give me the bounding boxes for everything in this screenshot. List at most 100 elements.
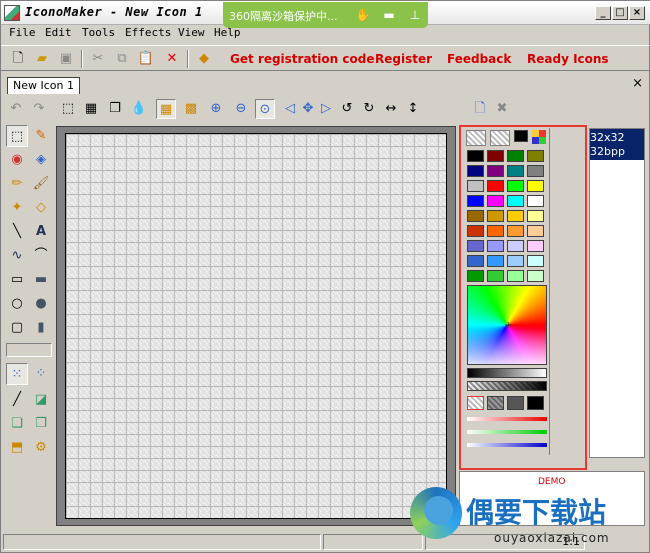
grid-icon[interactable]: ▦ — [156, 99, 176, 119]
move-all-icon[interactable]: ✥ — [298, 99, 318, 119]
select-frame-icon[interactable]: ⬚ — [58, 99, 78, 119]
layers-icon[interactable]: ❐ — [105, 99, 125, 119]
color-swatch[interactable] — [487, 210, 504, 222]
color-swatch[interactable] — [527, 255, 544, 267]
menu-edit[interactable]: Edit — [45, 26, 72, 39]
color-picker-tool[interactable]: ✎ — [30, 125, 52, 147]
zoom-out-icon[interactable]: ⊖ — [231, 99, 251, 119]
color-swatch[interactable] — [467, 165, 484, 177]
open-folder-icon[interactable]: ▰ — [33, 50, 51, 68]
import-tool[interactable]: ⬒ — [6, 437, 28, 459]
rectangle-select-tool[interactable]: ⬚ — [6, 125, 28, 147]
color-swatch[interactable] — [487, 225, 504, 237]
color-swatch[interactable] — [467, 255, 484, 267]
rotate-left-icon[interactable]: ↺ — [337, 99, 357, 119]
color-swatch[interactable] — [507, 270, 524, 282]
folder-icon[interactable]: ▬ — [381, 7, 397, 23]
red-channel-slider[interactable] — [467, 417, 547, 421]
close-button[interactable]: × — [629, 6, 645, 20]
color-swatch[interactable] — [507, 195, 524, 207]
inverse-color-swatch[interactable] — [490, 130, 510, 146]
color-swatch[interactable] — [467, 195, 484, 207]
color-swatch[interactable] — [507, 210, 524, 222]
menu-effects[interactable]: Effects — [125, 26, 171, 39]
curve-tool[interactable]: ∿ — [6, 245, 28, 267]
gradient-tool[interactable]: ◪ — [30, 389, 52, 411]
line-tool[interactable]: ╲ — [6, 221, 28, 243]
zoom-fit-icon[interactable]: ⊙ — [255, 99, 275, 119]
color-swatch[interactable] — [507, 180, 524, 192]
flip-vertical-icon[interactable]: ↕ — [403, 99, 423, 119]
pin-icon[interactable]: ⊥ — [407, 7, 423, 23]
color-swatch[interactable] — [487, 150, 504, 162]
blue-channel-slider[interactable] — [467, 443, 547, 447]
color-swatch[interactable] — [507, 225, 524, 237]
pencil-tool[interactable]: ✏ — [6, 173, 28, 195]
color-swatch[interactable] — [487, 255, 504, 267]
rectangle-filled-tool[interactable]: ▬ — [30, 269, 52, 291]
preview-swatch-dark[interactable] — [507, 396, 524, 410]
color-swatch[interactable] — [467, 225, 484, 237]
tab-new-icon-1[interactable]: New Icon 1 — [7, 77, 80, 94]
color-spectrum[interactable]: + — [467, 285, 547, 365]
color-swatch[interactable] — [507, 150, 524, 162]
color-swatch[interactable] — [507, 255, 524, 267]
maximize-button[interactable]: □ — [612, 6, 628, 20]
format-list-item[interactable]: 32x32 32bpp — [590, 129, 644, 160]
feedback-link[interactable]: Feedback — [447, 52, 511, 66]
preview-swatch-gray[interactable] — [487, 396, 504, 410]
dot-pattern-tool[interactable]: ⁙ — [6, 363, 28, 385]
preview-swatch-transparent[interactable] — [467, 396, 484, 410]
menu-view[interactable]: View — [178, 26, 205, 39]
drop-icon[interactable]: 💧 — [129, 99, 149, 119]
cut-icon[interactable]: ✂ — [89, 50, 107, 68]
color-swatch[interactable] — [507, 165, 524, 177]
green-channel-slider[interactable] — [467, 430, 547, 434]
color-swatch[interactable] — [467, 180, 484, 192]
color-swatch[interactable] — [467, 150, 484, 162]
line-style-tool[interactable]: ╱ — [6, 389, 28, 411]
scatter-pattern-tool[interactable]: ⁘ — [30, 363, 52, 385]
move-left-icon[interactable]: ◁ — [280, 99, 300, 119]
eraser-tool[interactable]: ◇ — [30, 197, 52, 219]
color-swatch[interactable] — [487, 195, 504, 207]
zoom-in-icon[interactable]: ⊕ — [206, 99, 226, 119]
menu-help[interactable]: Help — [214, 26, 241, 39]
line-width-selector[interactable] — [6, 343, 52, 357]
color-swatch[interactable] — [487, 165, 504, 177]
color-swatch[interactable] — [507, 240, 524, 252]
color-swatch[interactable] — [487, 270, 504, 282]
color-swatch[interactable] — [467, 210, 484, 222]
move-right-icon[interactable]: ▷ — [316, 99, 336, 119]
save-icon[interactable]: ▣ — [57, 50, 75, 68]
remove-format-icon[interactable]: ✖ — [492, 99, 512, 119]
rectangle-outline-tool[interactable]: ▭ — [6, 269, 28, 291]
alpha-slider[interactable] — [467, 381, 547, 391]
text-tool[interactable]: A — [30, 221, 52, 243]
delete-icon[interactable]: ✕ — [163, 50, 181, 68]
arc-tool[interactable]: ⌒ — [30, 245, 52, 267]
rounded-rect-filled-tool[interactable]: ▮ — [30, 317, 52, 339]
color-swatch[interactable] — [527, 210, 544, 222]
color-swatch[interactable] — [487, 240, 504, 252]
rounded-rect-outline-tool[interactable]: ▢ — [6, 317, 28, 339]
swap-colors-icon[interactable] — [532, 130, 546, 144]
color-swatch[interactable] — [527, 270, 544, 282]
paste-icon[interactable]: 📋 — [137, 50, 155, 68]
add-format-icon[interactable]: 🗋 — [470, 99, 490, 119]
color-swatch[interactable] — [527, 195, 544, 207]
brush-tool[interactable]: 🖌 — [30, 173, 52, 195]
tab-close-icon[interactable]: × — [632, 76, 643, 91]
preview-swatch-black[interactable] — [527, 396, 544, 410]
menu-file[interactable]: File — [9, 26, 36, 39]
ellipse-filled-tool[interactable]: ● — [30, 293, 52, 315]
redo-icon[interactable]: ↷ — [29, 99, 49, 119]
hand-icon[interactable]: ✋ — [355, 7, 371, 23]
foreground-color-swatch[interactable] — [514, 130, 528, 142]
undo-icon[interactable]: ↶ — [6, 99, 26, 119]
transparent-color-swatch[interactable] — [466, 130, 486, 146]
color-swatch[interactable] — [467, 240, 484, 252]
rotate-right-icon[interactable]: ↻ — [359, 99, 379, 119]
color-swatch[interactable] — [527, 225, 544, 237]
icon-canvas[interactable] — [65, 133, 447, 519]
